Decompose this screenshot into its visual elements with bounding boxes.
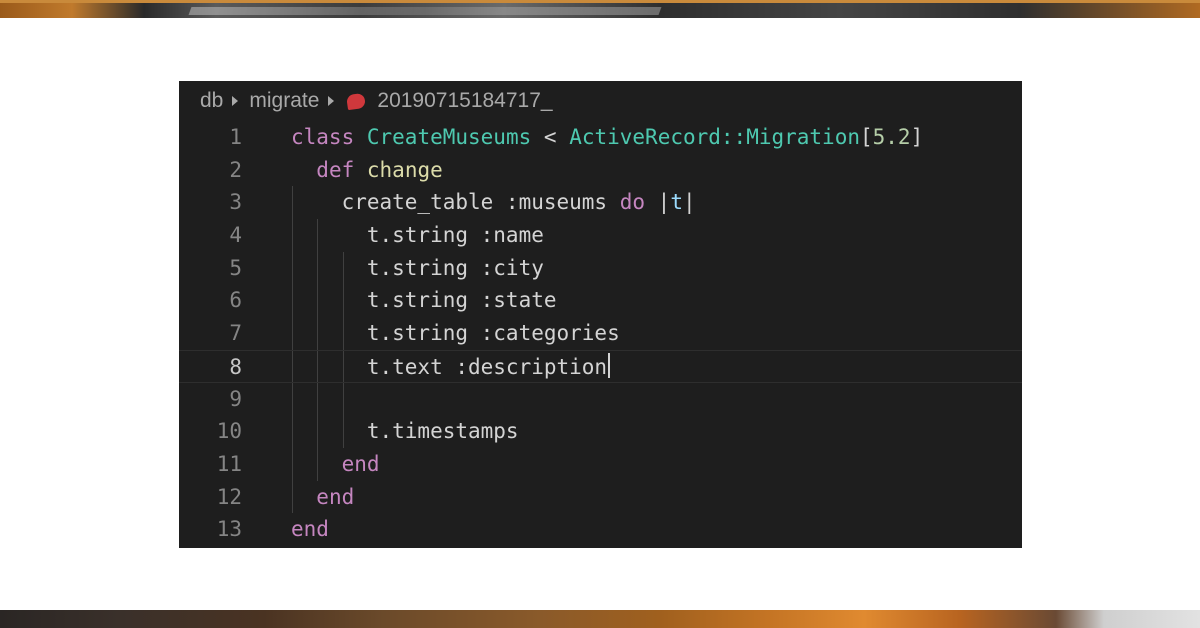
- breadcrumb-folder-migrate[interactable]: migrate: [249, 89, 319, 113]
- code-text: end: [291, 513, 329, 546]
- ruby-file-icon: [346, 92, 367, 110]
- code-line[interactable]: 10 t.timestamps: [179, 415, 1022, 448]
- code-text: t.string :categories: [291, 317, 620, 350]
- code-token: change: [366, 157, 443, 182]
- code-token: create_table :museums: [291, 190, 620, 215]
- line-number: 6: [229, 288, 242, 313]
- line-number: 7: [229, 321, 242, 346]
- code-token: t: [670, 190, 683, 215]
- breadcrumb-folder-db[interactable]: db: [200, 89, 223, 113]
- code-text: end: [291, 448, 380, 481]
- code-token: ]: [910, 125, 924, 149]
- code-token: t.string :name: [291, 223, 544, 248]
- code-token: end: [291, 517, 329, 542]
- code-line[interactable]: 8 t.text :description: [179, 349, 1022, 384]
- code-text: def change: [291, 154, 443, 187]
- line-number: 2: [229, 157, 242, 182]
- code-line[interactable]: 4 t.string :name: [179, 219, 1022, 252]
- footer-photo-strip: [0, 610, 1200, 628]
- code-text: t.timestamps: [291, 415, 519, 448]
- code-token: t.string :categories: [291, 321, 620, 346]
- code-line[interactable]: 1 class CreateMuseums < ActiveRecord::Mig…: [179, 121, 1022, 154]
- code-token: class: [291, 125, 355, 149]
- chevron-right-icon: [328, 96, 335, 106]
- header-photo-strip: [0, 0, 1200, 18]
- code-text: t.text :description: [291, 351, 611, 384]
- code-token: do: [619, 190, 646, 215]
- breadcrumb-file-name[interactable]: 20190715184717_: [377, 89, 552, 113]
- code-text: create_table :museums do |t|: [291, 186, 696, 219]
- code-token: t.text :description: [291, 354, 608, 379]
- code-line[interactable]: 7 t.string :categories: [179, 317, 1022, 350]
- code-editor[interactable]: db migrate 20190715184717_ 1 class Create…: [179, 81, 1022, 548]
- code-line[interactable]: 6 t.string :state: [179, 284, 1022, 318]
- code-line[interactable]: 11 end: [179, 447, 1022, 481]
- code-token: end: [341, 451, 380, 476]
- code-text: end: [291, 481, 354, 514]
- line-number: 1: [229, 125, 242, 149]
- code-line[interactable]: 3 create_table :museums do |t|: [179, 186, 1022, 220]
- code-area[interactable]: 1 class CreateMuseums < ActiveRecord::Mig…: [179, 121, 1022, 546]
- code-token: <: [531, 125, 570, 149]
- line-number: 5: [229, 255, 242, 280]
- code-line[interactable]: 5 t.string :city: [179, 251, 1022, 285]
- code-line[interactable]: 2 def change: [179, 154, 1022, 187]
- text-cursor: [608, 353, 611, 379]
- code-token: [: [859, 125, 873, 149]
- chevron-right-icon: [232, 96, 239, 106]
- code-token: t.string :city: [291, 255, 544, 280]
- code-line[interactable]: 12 end: [179, 480, 1022, 514]
- line-number: 11: [216, 451, 242, 476]
- code-token: 5.2: [872, 125, 911, 149]
- line-number: 10: [216, 419, 242, 444]
- line-number: 3: [229, 190, 242, 215]
- code-token: end: [316, 484, 355, 509]
- line-number: 9: [229, 386, 242, 411]
- line-number: 8: [229, 354, 242, 379]
- code-token: t.string :state: [291, 288, 557, 313]
- breadcrumb: db migrate 20190715184717_: [179, 81, 1022, 121]
- indent-guide: [317, 382, 319, 416]
- code-token: |: [682, 190, 696, 215]
- code-token: |: [645, 190, 671, 215]
- code-token: def: [316, 157, 355, 182]
- code-text: t.string :state: [291, 284, 557, 317]
- code-token: CreateMuseums: [366, 125, 532, 149]
- code-text: t.string :name: [291, 219, 544, 252]
- code-text: class CreateMuseums < ActiveRecord::Migr…: [291, 121, 923, 154]
- line-number: 4: [229, 223, 242, 248]
- indent-guide: [292, 382, 293, 416]
- code-token: ActiveRecord::Migration: [569, 125, 860, 149]
- line-number: 12: [216, 484, 242, 509]
- line-number: 13: [216, 517, 242, 542]
- code-text: t.string :city: [291, 252, 544, 285]
- code-token: t.timestamps: [291, 419, 519, 444]
- code-line[interactable]: 9: [179, 382, 1022, 416]
- indent-guide: [342, 382, 344, 416]
- code-line[interactable]: 13 end: [179, 513, 1022, 546]
